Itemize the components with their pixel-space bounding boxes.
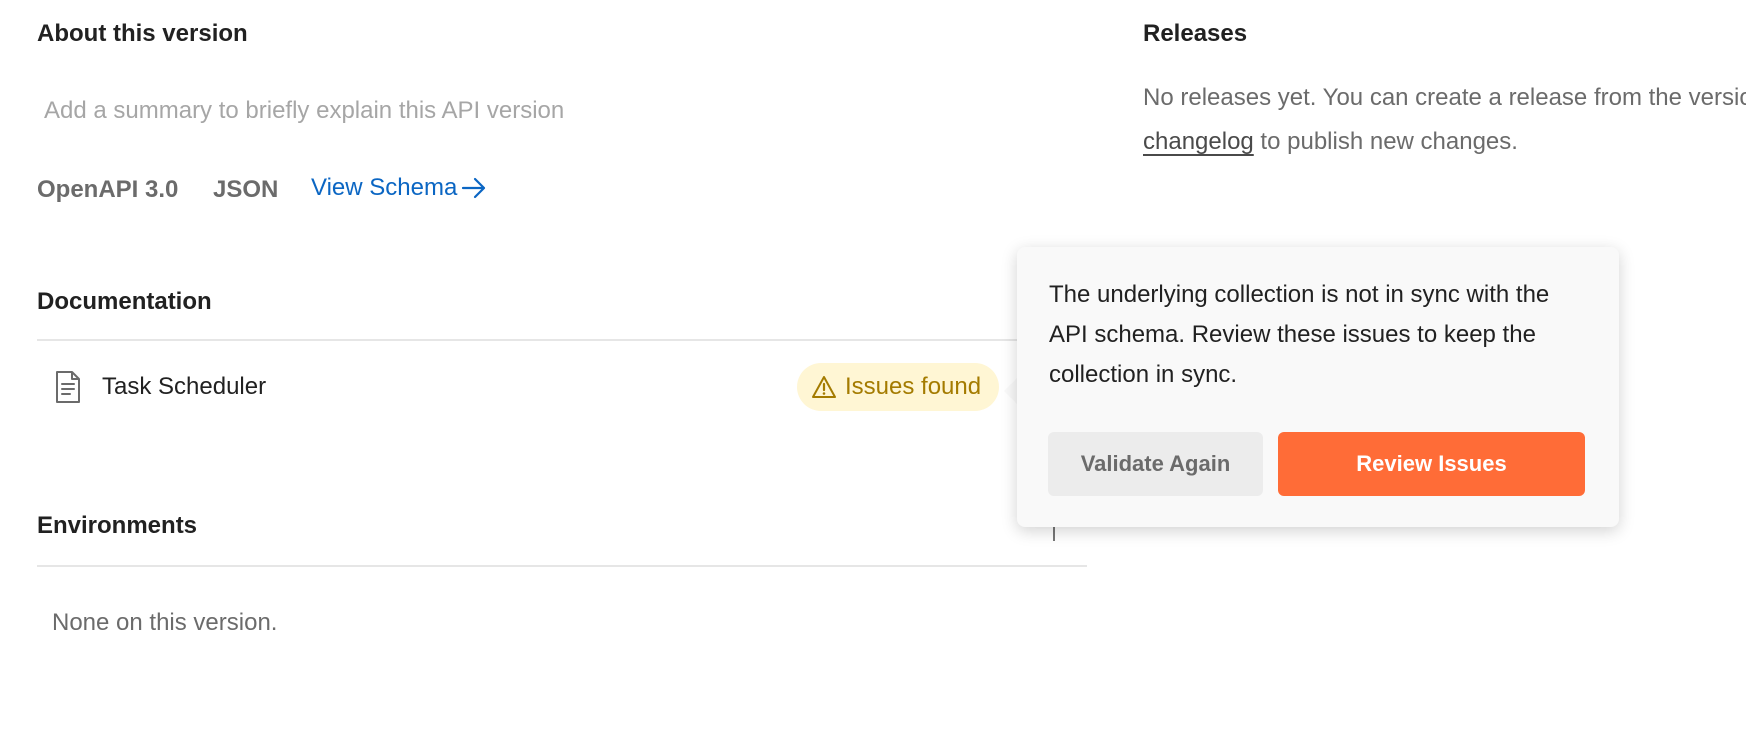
- validate-again-button[interactable]: Validate Again: [1048, 432, 1263, 496]
- view-schema-link[interactable]: View Schema: [311, 174, 487, 202]
- releases-text-before: No releases yet. You can create a releas…: [1143, 84, 1746, 111]
- warning-triangle-icon: [812, 376, 836, 398]
- documentation-divider: [37, 339, 1087, 341]
- sync-issues-popover: The underlying collection is not in sync…: [1017, 247, 1619, 527]
- popover-message: The underlying collection is not in sync…: [1049, 281, 1550, 388]
- issues-found-label: Issues found: [845, 373, 982, 400]
- documentation-heading: Documentation: [37, 288, 212, 315]
- schema-language: JSON: [213, 176, 279, 203]
- environments-empty-text: None on this version.: [52, 609, 278, 636]
- about-heading: About this version: [37, 20, 248, 47]
- changelog-link[interactable]: changelog: [1143, 128, 1254, 155]
- document-icon: [56, 371, 80, 403]
- issues-found-badge[interactable]: Issues found: [797, 363, 1000, 411]
- environments-heading: Environments: [37, 512, 198, 539]
- popover-arrow: [1004, 378, 1017, 404]
- environments-divider: [37, 565, 1087, 567]
- releases-text-after: to publish new changes.: [1253, 128, 1518, 155]
- schema-format: OpenAPI 3.0: [37, 176, 179, 203]
- documentation-item-name: Task Scheduler: [102, 373, 267, 400]
- releases-heading: Releases: [1143, 20, 1248, 47]
- releases-text: No releases yet. You can create a releas…: [1143, 76, 1746, 164]
- view-schema-label: View Schema: [311, 174, 458, 201]
- arrow-right-icon: [462, 177, 486, 199]
- summary-input[interactable]: Add a summary to briefly explain this AP…: [44, 97, 564, 125]
- review-issues-button[interactable]: Review Issues: [1278, 432, 1585, 496]
